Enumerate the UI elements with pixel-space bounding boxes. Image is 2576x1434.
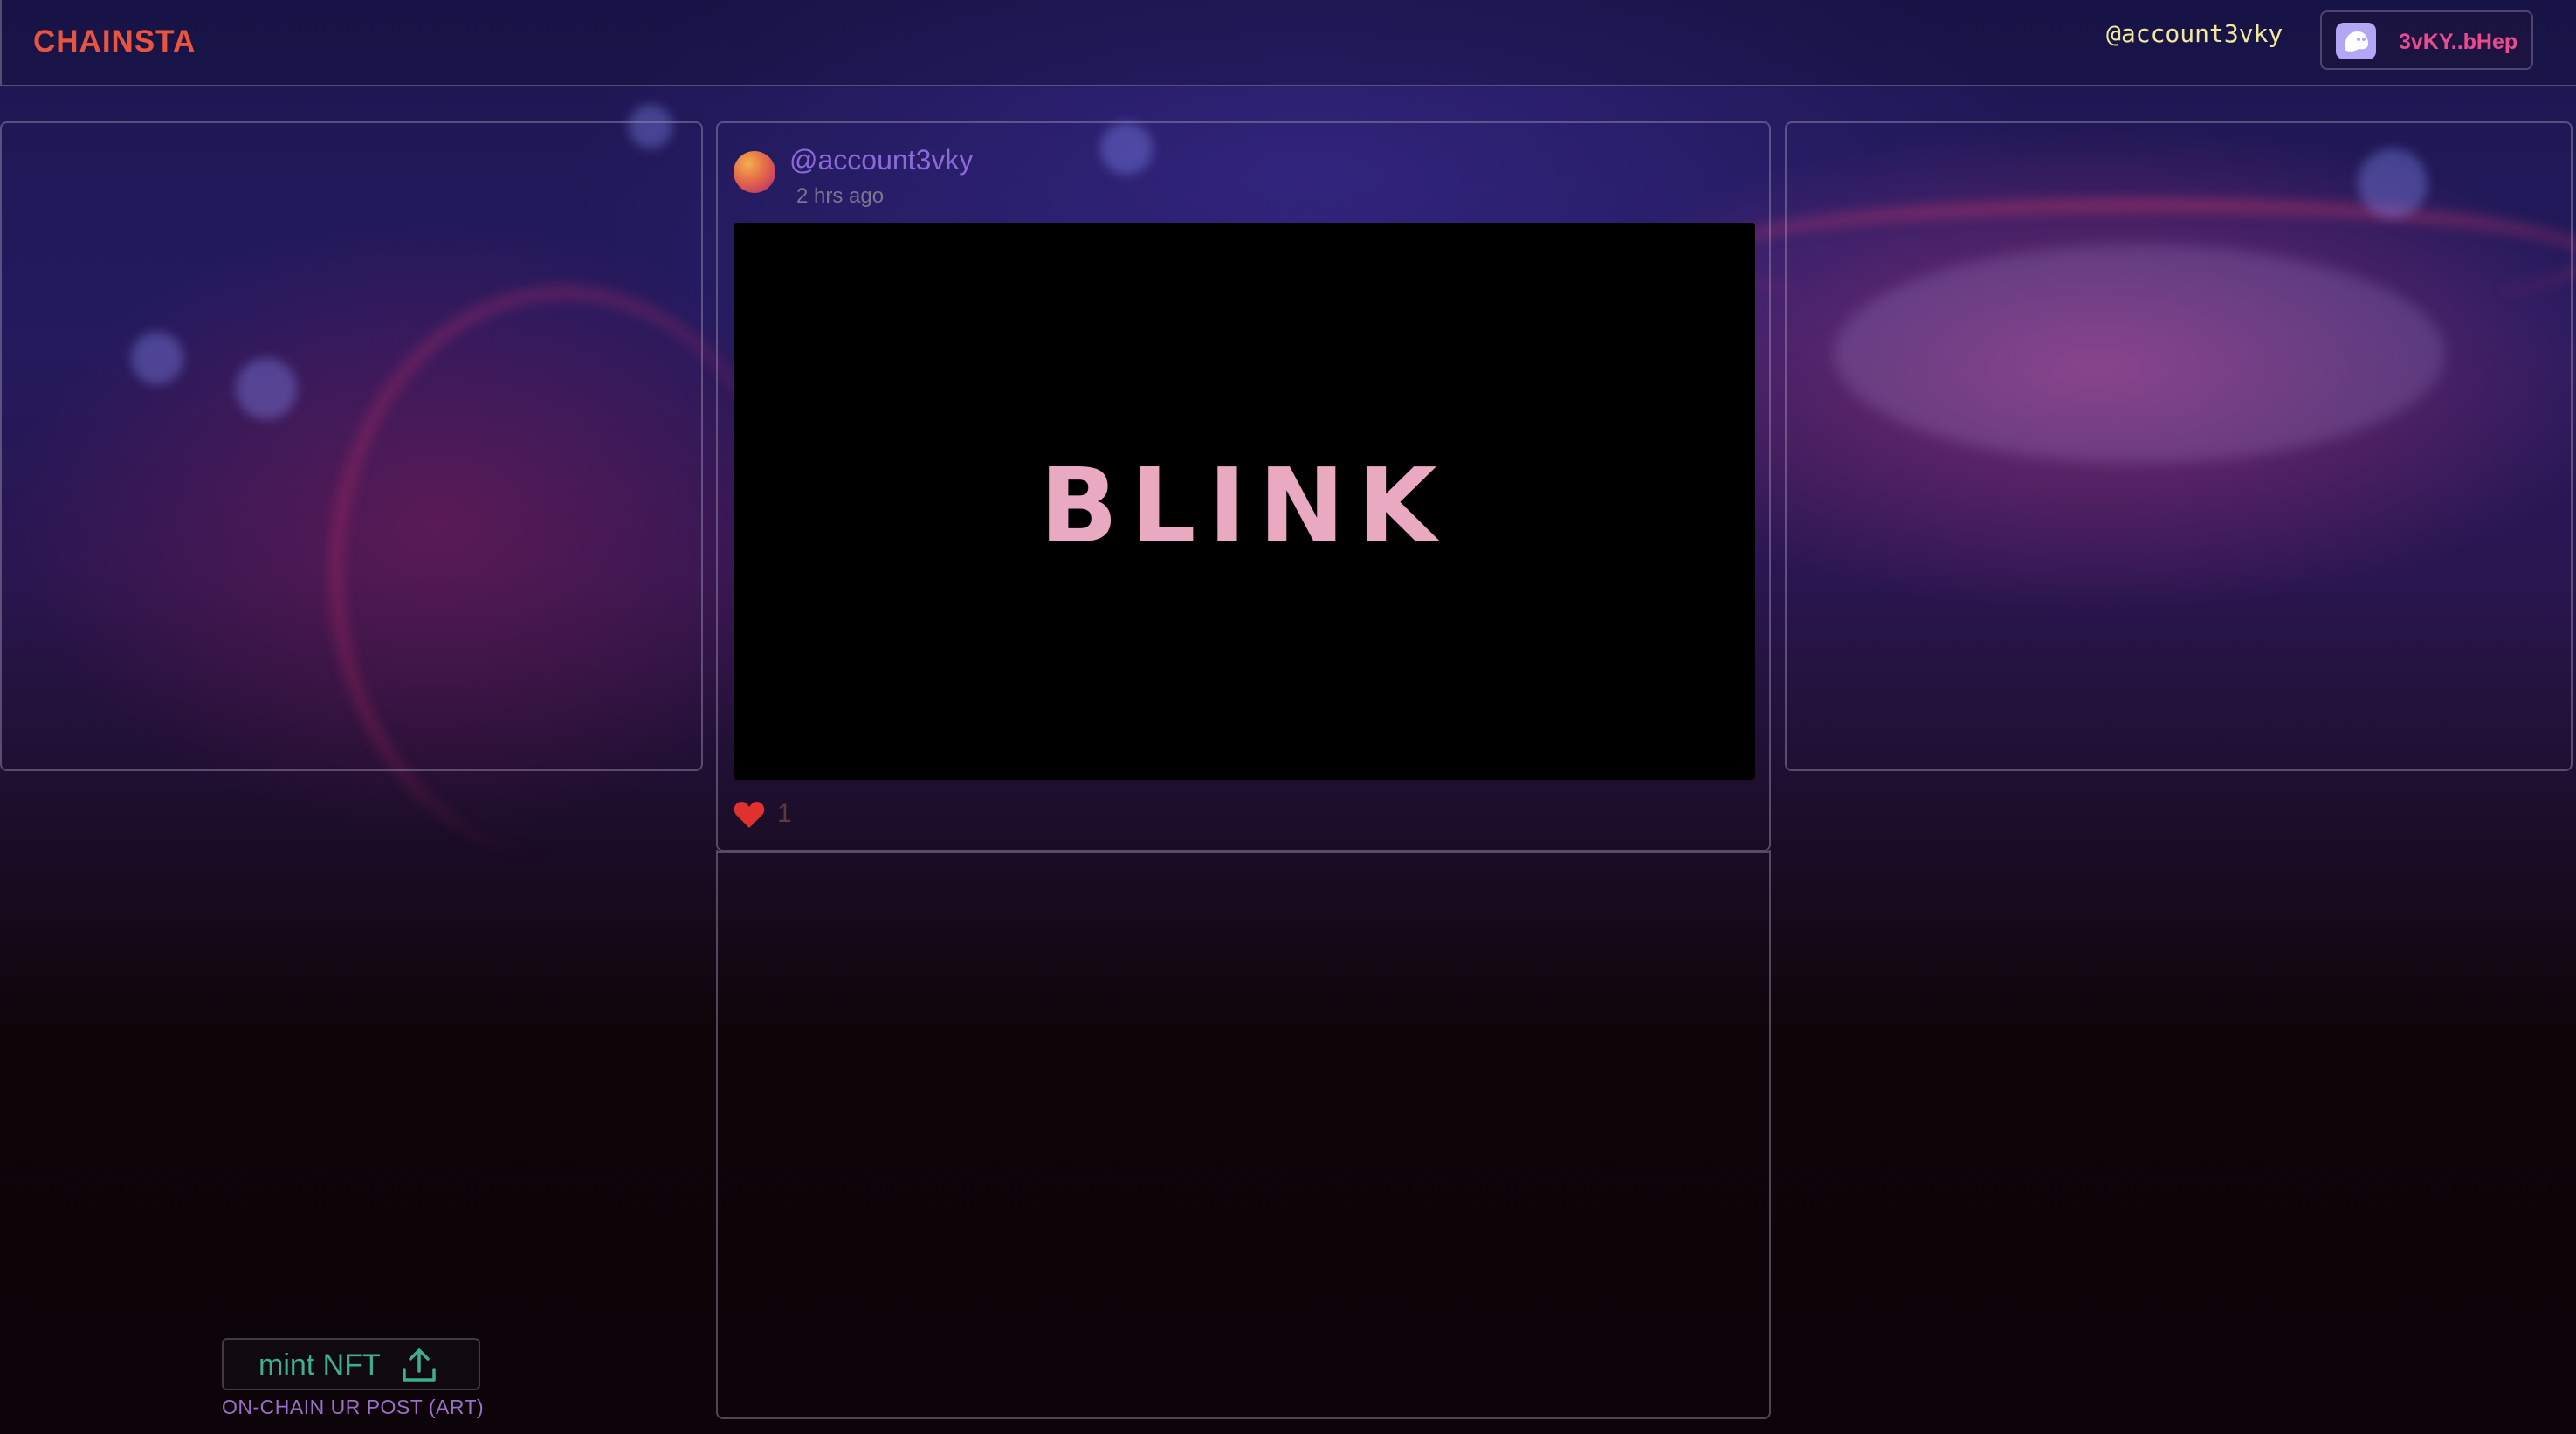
- mint-caption: ON-CHAIN UR POST (ART): [222, 1396, 485, 1418]
- feed-column: @account3vky 2 hrs ago BLINK 1: [716, 121, 1771, 853]
- feed-empty-area: [716, 850, 1771, 1419]
- ghost-icon: [2336, 23, 2376, 59]
- user-handle[interactable]: @account3vky: [2106, 19, 2283, 48]
- right-panel: [1785, 121, 2573, 771]
- avatar[interactable]: [734, 151, 775, 193]
- app-logo[interactable]: CHAINSTA: [33, 24, 196, 59]
- wallet-address: 3vKY..bHep: [2399, 30, 2518, 54]
- left-panel: [0, 121, 703, 771]
- mint-nft-label: mint NFT: [258, 1348, 381, 1382]
- top-bar: CHAINSTA @account3vky 3vKY..bHep: [0, 0, 2576, 86]
- post-timestamp: 2 hrs ago: [796, 184, 885, 208]
- mint-nft-button[interactable]: mint NFT: [222, 1338, 480, 1390]
- post-image[interactable]: BLINK: [734, 223, 1755, 780]
- like-count: 1: [777, 799, 792, 828]
- upload-icon: [400, 1345, 438, 1389]
- wallet-button[interactable]: 3vKY..bHep: [2320, 10, 2533, 70]
- post-author[interactable]: @account3vky: [789, 144, 973, 176]
- heart-icon[interactable]: [734, 801, 765, 833]
- post-image-text: BLINK: [1039, 445, 1449, 566]
